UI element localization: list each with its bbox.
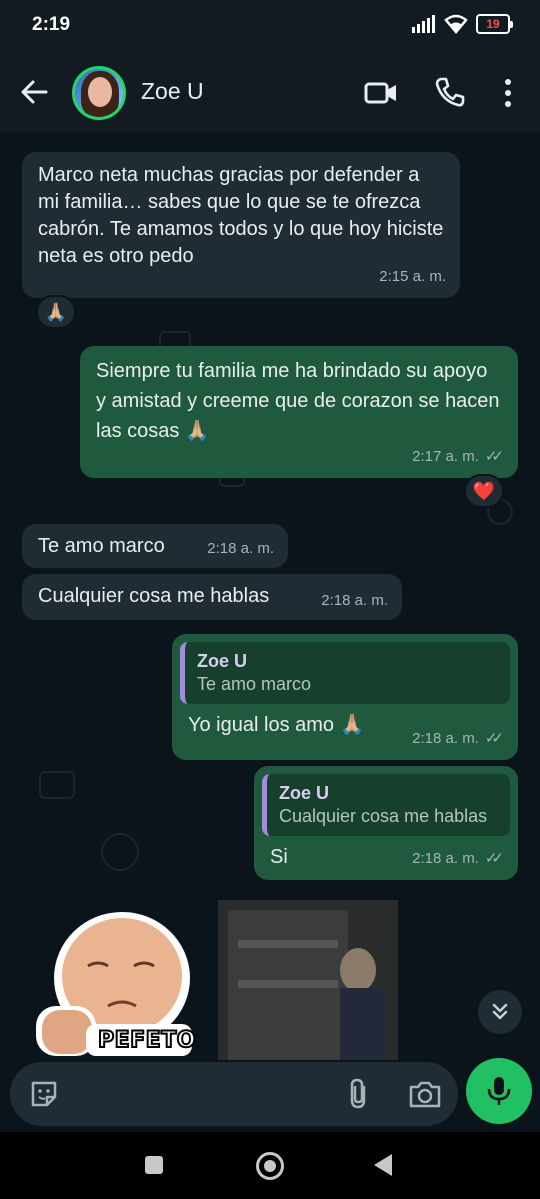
recent-apps-icon[interactable] (145, 1156, 163, 1174)
message-time: 2:18 a. m. (207, 540, 274, 557)
message-outgoing[interactable]: Siempre tu familia me ha brindado su apo… (80, 346, 518, 478)
message-meta: 2:18 a. m. ✓✓ (412, 726, 504, 752)
status-icons: 19 (412, 14, 513, 34)
message-meta: 2:18 a. m. ✓✓ (412, 846, 504, 872)
quote-author: Zoe U (197, 651, 248, 671)
quoted-message[interactable]: Zoe U Te amo marco (180, 642, 510, 704)
message-meta: 2:18 a. m. (207, 536, 274, 562)
message-reaction[interactable]: ❤️ (464, 474, 504, 508)
double-chevron-down-icon (492, 1003, 508, 1020)
message-outgoing[interactable]: Zoe U Cualquier cosa me hablas Si 2:18 a… (254, 766, 518, 880)
message-meta: 2:15 a. m. (379, 264, 446, 290)
more-vertical-icon[interactable] (500, 78, 516, 108)
message-time: 2:17 a. m. (412, 448, 479, 465)
avatar[interactable] (72, 66, 126, 120)
home-icon[interactable] (256, 1152, 284, 1180)
system-navigation-bar (0, 1132, 540, 1199)
message-meta: 2:17 a. m. ✓✓ (412, 444, 504, 470)
sticker-message[interactable]: PEFETO (26, 906, 196, 1056)
wifi-icon (444, 14, 468, 34)
battery-icon: 19 (476, 14, 513, 34)
status-time: 2:19 (32, 14, 71, 35)
message-time: 2:18 a. m. (412, 730, 479, 747)
double-check-icon: ✓✓ (484, 850, 504, 867)
double-check-icon: ✓✓ (484, 730, 504, 747)
back-triangle-icon[interactable] (374, 1154, 392, 1176)
message-composer (10, 1062, 458, 1126)
message-text: Siempre tu familia me ha brindado su apo… (96, 360, 500, 442)
message-time: 2:15 a. m. (379, 268, 446, 285)
sticker-icon[interactable] (28, 1078, 60, 1110)
message-incoming[interactable]: Marco neta muchas gracias por defender a… (22, 152, 460, 298)
microphone-icon (487, 1077, 511, 1105)
quote-text: Cualquier cosa me hablas (279, 806, 488, 826)
signal-icon (412, 15, 435, 33)
double-check-icon: ✓✓ (484, 448, 504, 465)
message-incoming[interactable]: Te amo marco 2:18 a. m. (22, 524, 288, 568)
phone-icon[interactable] (434, 76, 466, 108)
message-reaction[interactable]: 🙏🏼 (36, 295, 76, 329)
video-frame-image (218, 900, 398, 1060)
quoted-message[interactable]: Zoe U Cualquier cosa me hablas (262, 774, 510, 836)
message-input[interactable] (74, 1076, 334, 1112)
status-bar: 2:19 19 (0, 0, 540, 52)
message-time: 2:18 a. m. (321, 592, 388, 609)
paperclip-icon[interactable] (344, 1078, 374, 1110)
chat-header: Zoe U (0, 52, 540, 132)
quote-author: Zoe U (279, 783, 330, 803)
scroll-to-bottom-button[interactable] (478, 990, 522, 1034)
video-message-thumbnail[interactable] (218, 900, 398, 1060)
contact-name[interactable]: Zoe U (141, 78, 204, 105)
message-text: Marco neta muchas gracias por defender a… (38, 164, 444, 267)
sticker-caption: PEFETO (97, 1027, 196, 1054)
message-time: 2:18 a. m. (412, 850, 479, 867)
arrow-left-icon[interactable] (18, 76, 50, 108)
camera-icon[interactable] (408, 1078, 442, 1110)
message-meta: 2:18 a. m. (321, 588, 388, 614)
quote-text: Te amo marco (197, 674, 312, 694)
voice-record-button[interactable] (466, 1058, 532, 1124)
message-outgoing[interactable]: Zoe U Te amo marco Yo igual los amo 🙏🏼 2… (172, 634, 518, 760)
chat-area[interactable]: Marco neta muchas gracias por defender a… (0, 132, 540, 1132)
video-camera-icon[interactable] (364, 78, 398, 108)
message-incoming[interactable]: Cualquier cosa me hablas 2:18 a. m. (22, 574, 402, 620)
